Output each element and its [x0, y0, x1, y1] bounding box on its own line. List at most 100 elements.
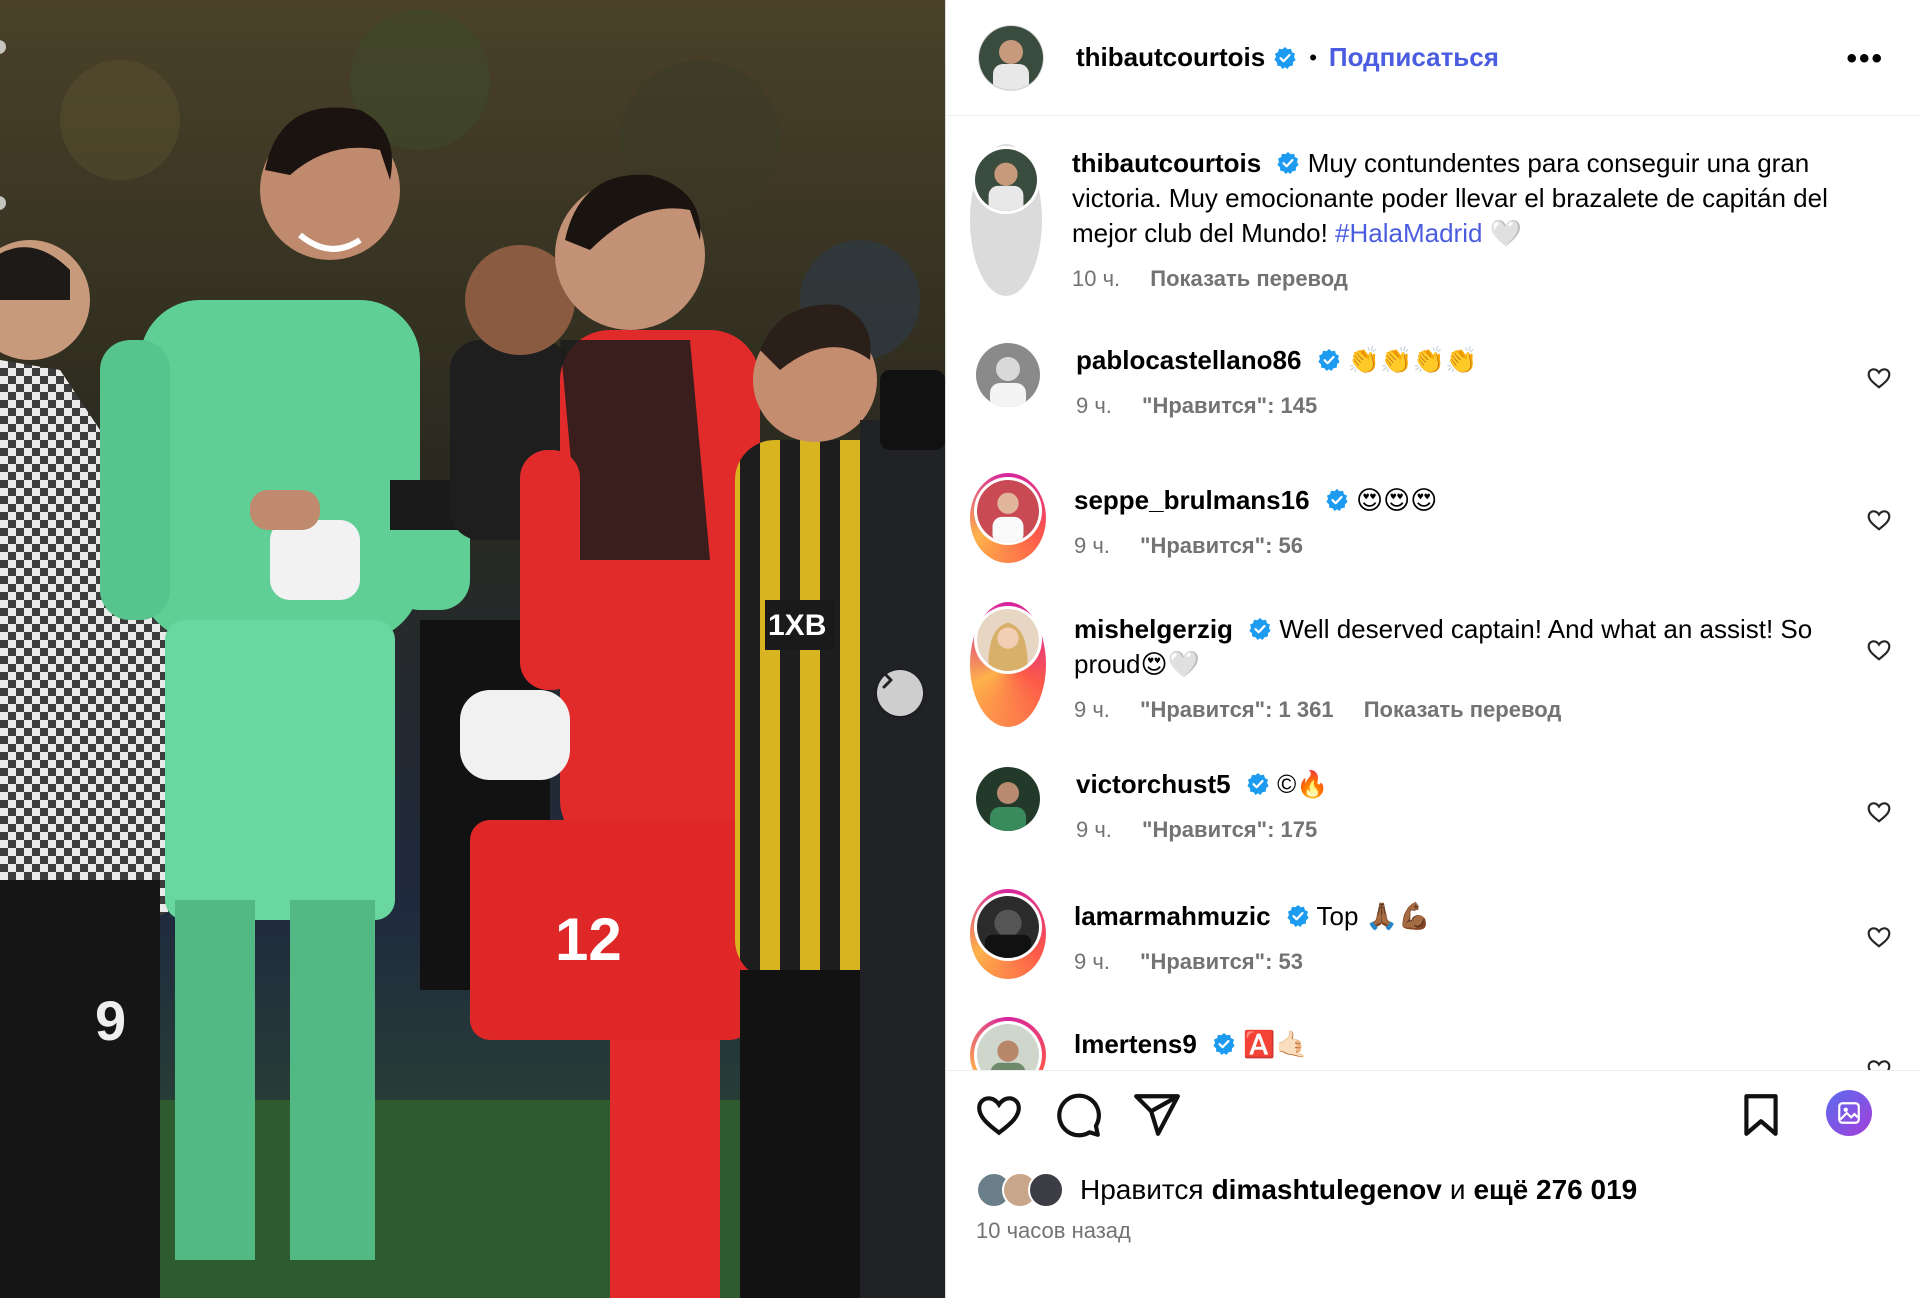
- comment-likes[interactable]: "Нравится": 1 361: [1140, 697, 1334, 722]
- comment-time[interactable]: 9 ч.: [1074, 949, 1110, 974]
- comment-avatar[interactable]: [970, 1017, 1046, 1070]
- caption-meta: 10 ч. Показать перевод: [1072, 261, 1846, 296]
- comment-avatar[interactable]: [970, 602, 1046, 727]
- comment-body: pablocastellano86 👏👏👏👏 9 ч. "Нравится": …: [1076, 343, 1896, 423]
- liker-avatar: [1028, 1172, 1064, 1208]
- comment-body: mishelgerzig Well deserved captain! And …: [1074, 602, 1896, 727]
- avatar-image: [977, 896, 1039, 958]
- comment-time[interactable]: 9 ч.: [1074, 533, 1110, 558]
- comment-item: lamarmahmuzic Top 🙏🏾💪🏾 9 ч. "Нравится": …: [970, 889, 1896, 979]
- like-comment-heart-icon[interactable]: [1866, 637, 1892, 663]
- comment-avatar[interactable]: [970, 889, 1046, 979]
- like-comment-heart-icon[interactable]: [1866, 799, 1892, 825]
- avatar-image: [976, 343, 1040, 407]
- comment-username[interactable]: pablocastellano86: [1076, 345, 1301, 375]
- comment-meta: 9 ч. "Нравится": 145: [1076, 388, 1846, 423]
- comment-likes[interactable]: "Нравится": 53: [1140, 949, 1303, 974]
- comment-time[interactable]: 9 ч.: [1076, 817, 1112, 842]
- comment-time[interactable]: 9 ч.: [1074, 697, 1110, 722]
- verified-icon: [1326, 489, 1348, 511]
- likes-summary[interactable]: Нравится dimashtulegenov и ещё 276 019: [976, 1172, 1637, 1208]
- comment-username[interactable]: seppe_brulmans16: [1074, 485, 1310, 515]
- gallery-icon: [1838, 1102, 1860, 1124]
- caption-username[interactable]: thibautcourtois: [1072, 148, 1261, 178]
- comment-username[interactable]: victorchust5: [1076, 769, 1231, 799]
- post-header: thibautcourtois • Подписаться •••: [946, 0, 1920, 116]
- avatar-image: [977, 609, 1039, 671]
- more-options-icon[interactable]: •••: [1846, 42, 1884, 76]
- post-side-panel: thibautcourtois • Подписаться ••• thibau…: [945, 0, 1920, 1298]
- comments-list[interactable]: thibautcourtois Muy contundentes para co…: [946, 117, 1920, 1070]
- separator-dot: •: [1309, 44, 1317, 70]
- comment-meta: 9 ч. "Нравится": 53: [1074, 944, 1846, 979]
- bookmark-icon[interactable]: [1736, 1090, 1786, 1140]
- actions-divider: [946, 1070, 1920, 1071]
- follow-button[interactable]: Подписаться: [1329, 42, 1499, 73]
- caption-hashtag[interactable]: #HalaMadrid: [1335, 218, 1482, 248]
- verified-icon: [1287, 905, 1309, 927]
- like-comment-heart-icon[interactable]: [1866, 365, 1892, 391]
- comment-text: 🅰️🤙🏻: [1243, 1029, 1309, 1059]
- caption-avatar[interactable]: [970, 144, 1042, 296]
- author-username[interactable]: thibautcourtois: [1076, 42, 1265, 73]
- verified-icon: [1213, 1033, 1235, 1055]
- comment-username[interactable]: lamarmahmuzic: [1074, 901, 1271, 931]
- avatar-image: [979, 25, 1043, 90]
- translate-button[interactable]: Показать перевод: [1150, 266, 1348, 291]
- verified-icon: [1274, 46, 1296, 69]
- comment-item: mishelgerzig Well deserved captain! And …: [970, 602, 1896, 727]
- chevron-right-icon: [882, 671, 893, 689]
- translate-button[interactable]: Показать перевод: [1364, 697, 1562, 722]
- comment-body: victorchust5 ©🔥 9 ч. "Нравится": 175: [1076, 767, 1896, 847]
- share-icon[interactable]: [1132, 1090, 1182, 1140]
- avatar-image: [976, 767, 1040, 831]
- caption-time[interactable]: 10 ч.: [1072, 266, 1120, 291]
- verified-icon: [1318, 349, 1340, 371]
- verified-icon: [1277, 152, 1300, 174]
- svg-text:9: 9: [95, 989, 126, 1052]
- comment-likes[interactable]: "Нравится": 145: [1142, 393, 1317, 418]
- comment-text: 👏👏👏👏: [1347, 345, 1478, 375]
- comment-text: Top 🙏🏾💪🏾: [1316, 901, 1431, 931]
- comment-avatar[interactable]: [976, 767, 1040, 847]
- likes-count[interactable]: ещё 276 019: [1473, 1174, 1637, 1206]
- caption-emoji: 🤍: [1489, 218, 1523, 248]
- comment-body: seppe_brulmans16 😍😍😍 9 ч. "Нравится": 56: [1074, 473, 1896, 563]
- heart-icon[interactable]: [974, 1090, 1024, 1140]
- like-comment-heart-icon[interactable]: [1866, 507, 1892, 533]
- posted-time[interactable]: 10 часов назад: [976, 1218, 1131, 1244]
- likers-avatars: [976, 1172, 1064, 1208]
- comment-text: 😍😍😍: [1356, 485, 1438, 515]
- comment-icon[interactable]: [1053, 1090, 1103, 1140]
- post-photo[interactable]: 9 12 1XB: [0, 0, 945, 1298]
- comment-item: pablocastellano86 👏👏👏👏 9 ч. "Нравится": …: [970, 343, 1896, 423]
- comment-meta: 9 ч. "Нравится": 175: [1076, 812, 1846, 847]
- comment-item: victorchust5 ©🔥 9 ч. "Нравится": 175: [970, 767, 1896, 847]
- comment-time[interactable]: 9 ч.: [1076, 393, 1112, 418]
- comment-likes[interactable]: "Нравится": 175: [1142, 817, 1317, 842]
- avatar-image: [977, 480, 1039, 542]
- author-avatar[interactable]: [978, 24, 1044, 91]
- caption: thibautcourtois Muy contundentes para co…: [970, 144, 1896, 296]
- comment-meta: 9 ч. "Нравится": 56: [1074, 528, 1846, 563]
- svg-text:1XB: 1XB: [768, 609, 826, 642]
- like-comment-heart-icon[interactable]: [1866, 1057, 1892, 1070]
- comment-likes[interactable]: "Нравится": 56: [1140, 533, 1303, 558]
- comment-item: lmertens9 🅰️🤙🏻: [970, 1017, 1896, 1070]
- next-image-button[interactable]: [877, 670, 923, 716]
- comment-text: ©🔥: [1277, 769, 1329, 799]
- photo-illustration: 9 12 1XB: [0, 0, 945, 1298]
- svg-text:12: 12: [555, 906, 622, 973]
- comment-body: lmertens9 🅰️🤙🏻: [1074, 1017, 1896, 1070]
- gallery-button[interactable]: [1826, 1090, 1872, 1136]
- comment-username[interactable]: mishelgerzig: [1074, 614, 1233, 644]
- comment-avatar[interactable]: [976, 343, 1040, 423]
- comment-meta: 9 ч. "Нравится": 1 361 Показать перевод: [1074, 692, 1846, 727]
- verified-icon: [1247, 773, 1269, 795]
- comment-avatar[interactable]: [970, 473, 1046, 563]
- post-actions: [946, 1090, 1920, 1150]
- likes-middle: и: [1449, 1174, 1466, 1205]
- liker-username[interactable]: dimashtulegenov: [1212, 1174, 1442, 1206]
- like-comment-heart-icon[interactable]: [1866, 924, 1892, 950]
- comment-username[interactable]: lmertens9: [1074, 1029, 1197, 1059]
